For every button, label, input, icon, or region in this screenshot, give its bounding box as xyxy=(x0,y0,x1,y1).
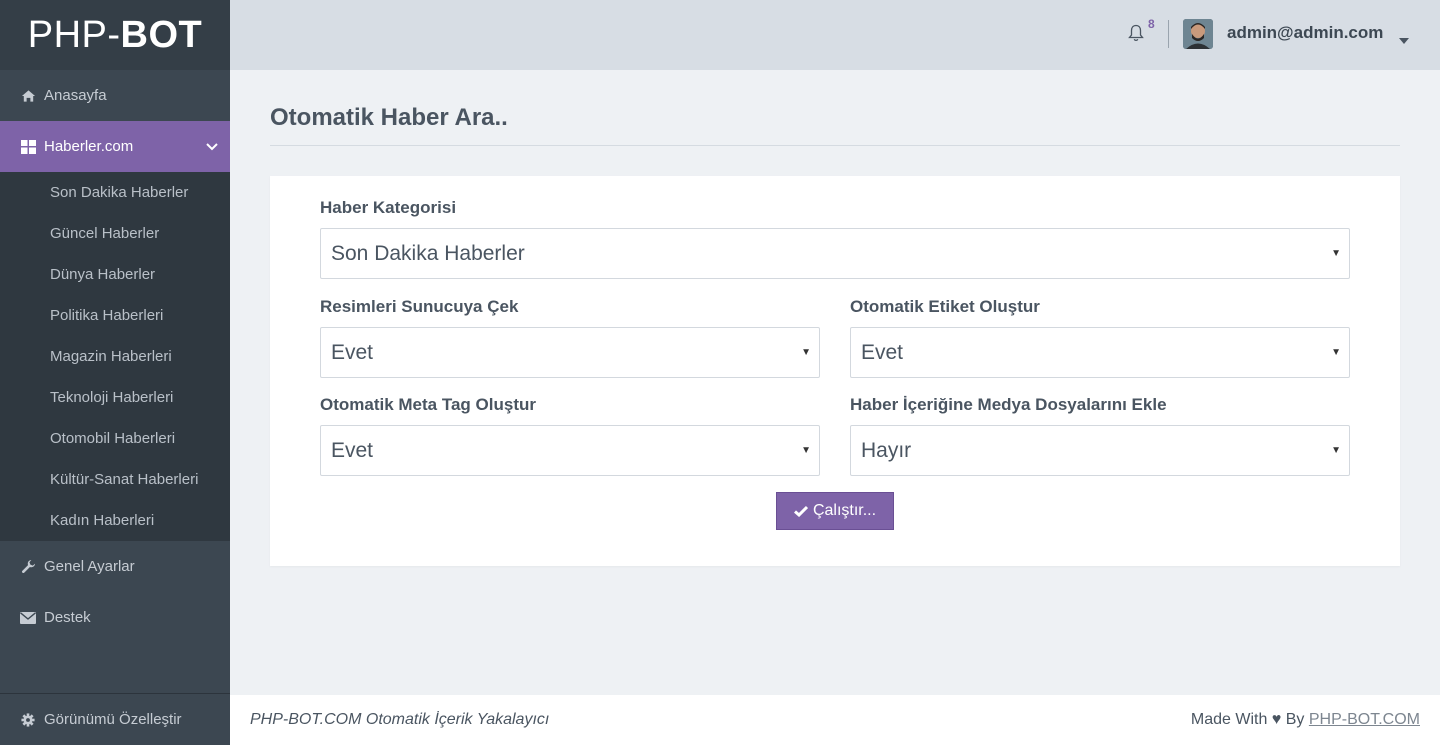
grid-icon xyxy=(20,139,36,155)
sidebar-item-label: Anasayfa xyxy=(44,87,107,104)
auto-tags-label: Otomatik Etiket Oluştur xyxy=(850,297,1040,316)
category-select[interactable]: Son Dakika Haberler ▼ xyxy=(320,228,1350,279)
media-files-value: Hayır xyxy=(861,438,912,462)
made-with-text: Made With xyxy=(1190,711,1268,728)
auto-meta-value: Evet xyxy=(331,438,374,462)
check-icon xyxy=(793,505,808,517)
topbar-divider xyxy=(1168,20,1169,48)
submenu-item[interactable]: Güncel Haberler xyxy=(0,213,230,254)
sidebar-item-genel-ayarlar[interactable]: Genel Ayarlar xyxy=(0,541,230,592)
sidebar-item-anasayfa[interactable]: Anasayfa xyxy=(0,70,230,121)
submenu-item[interactable]: Teknoloji Haberleri xyxy=(0,377,230,418)
footer-link[interactable]: PHP-BOT.COM xyxy=(1309,711,1420,728)
bell-icon[interactable] xyxy=(1128,24,1148,44)
brand-bold: BOT xyxy=(120,13,203,56)
sidebar-item-label: Genel Ayarlar xyxy=(44,558,135,575)
auto-meta-label: Otomatik Meta Tag Oluştur xyxy=(320,395,536,414)
select-arrow-icon: ▼ xyxy=(1331,248,1341,259)
fetch-images-label: Resimleri Sunucuya Çek xyxy=(320,297,519,316)
submenu-haberler: Son Dakika Haberler Güncel Haberler Düny… xyxy=(0,172,230,541)
auto-meta-select[interactable]: Evet ▼ xyxy=(320,425,820,476)
heart-icon: ♥ xyxy=(1271,711,1282,728)
fetch-images-value: Evet xyxy=(331,340,374,364)
footer-credits: Made With ♥ By PHP-BOT.COM xyxy=(1191,711,1420,729)
topbar: 8 admin@admin.com xyxy=(230,0,1440,70)
submenu-item[interactable]: Otomobil Haberleri xyxy=(0,418,230,459)
envelope-icon xyxy=(20,610,36,626)
auto-tags-value: Evet xyxy=(861,340,904,364)
caret-down-icon[interactable] xyxy=(1399,31,1409,49)
customize-appearance-button[interactable]: Görünümü Özelleştir xyxy=(0,693,230,745)
select-arrow-icon: ▼ xyxy=(1331,445,1341,456)
sidebar-item-label: Haberler.com xyxy=(44,138,134,155)
avatar[interactable] xyxy=(1183,19,1213,49)
sidebar: PHP- BOT Anasayfa Haberler.com Son Dakika… xyxy=(0,0,230,745)
page-title: Otomatik Haber Ara.. xyxy=(270,104,508,131)
fetch-images-select[interactable]: Evet ▼ xyxy=(320,327,820,378)
submenu-item[interactable]: Kültür-Sanat Haberleri xyxy=(0,459,230,500)
select-arrow-icon: ▼ xyxy=(801,445,811,456)
auto-tags-select[interactable]: Evet ▼ xyxy=(850,327,1350,378)
chevron-down-icon xyxy=(206,138,218,155)
sidebar-footer-label: Görünümü Özelleştir xyxy=(44,711,182,728)
media-files-select[interactable]: Hayır ▼ xyxy=(850,425,1350,476)
submenu-item[interactable]: Politika Haberleri xyxy=(0,295,230,336)
sidebar-item-haberler[interactable]: Haberler.com xyxy=(0,121,230,172)
brand-logo[interactable]: PHP- BOT xyxy=(0,0,230,70)
wrench-icon xyxy=(20,559,36,575)
submenu-item[interactable]: Magazin Haberleri xyxy=(0,336,230,377)
media-files-label: Haber İçeriğine Medya Dosyalarını Ekle xyxy=(850,395,1167,414)
submenu-item[interactable]: Son Dakika Haberler xyxy=(0,172,230,213)
run-button[interactable]: Çalıştır... xyxy=(776,492,894,530)
title-divider xyxy=(270,145,1400,146)
select-arrow-icon: ▼ xyxy=(1331,347,1341,358)
submenu-item[interactable]: Kadın Haberleri xyxy=(0,500,230,541)
user-email[interactable]: admin@admin.com xyxy=(1227,23,1383,43)
footer-tagline: PHP-BOT.COM Otomatik İçerik Yakalayıcı xyxy=(250,711,550,728)
search-form-card: Haber Kategorisi Son Dakika Haberler ▼ R… xyxy=(270,176,1400,566)
notification-badge: 8 xyxy=(1148,17,1155,31)
select-arrow-icon: ▼ xyxy=(801,347,811,358)
by-text: By xyxy=(1285,711,1305,728)
home-icon xyxy=(20,88,36,104)
gear-icon xyxy=(20,712,36,728)
run-button-label: Çalıştır... xyxy=(812,502,877,519)
category-value: Son Dakika Haberler xyxy=(331,241,525,265)
sidebar-item-destek[interactable]: Destek xyxy=(0,592,230,643)
footer: PHP-BOT.COM Otomatik İçerik Yakalayıcı M… xyxy=(230,695,1440,745)
brand-prefix: PHP- xyxy=(27,13,121,56)
submenu-item[interactable]: Dünya Haberler xyxy=(0,254,230,295)
sidebar-item-label: Destek xyxy=(44,609,91,626)
category-label: Haber Kategorisi xyxy=(320,198,457,217)
main-content: Otomatik Haber Ara.. Haber Kategorisi So… xyxy=(230,70,1440,695)
